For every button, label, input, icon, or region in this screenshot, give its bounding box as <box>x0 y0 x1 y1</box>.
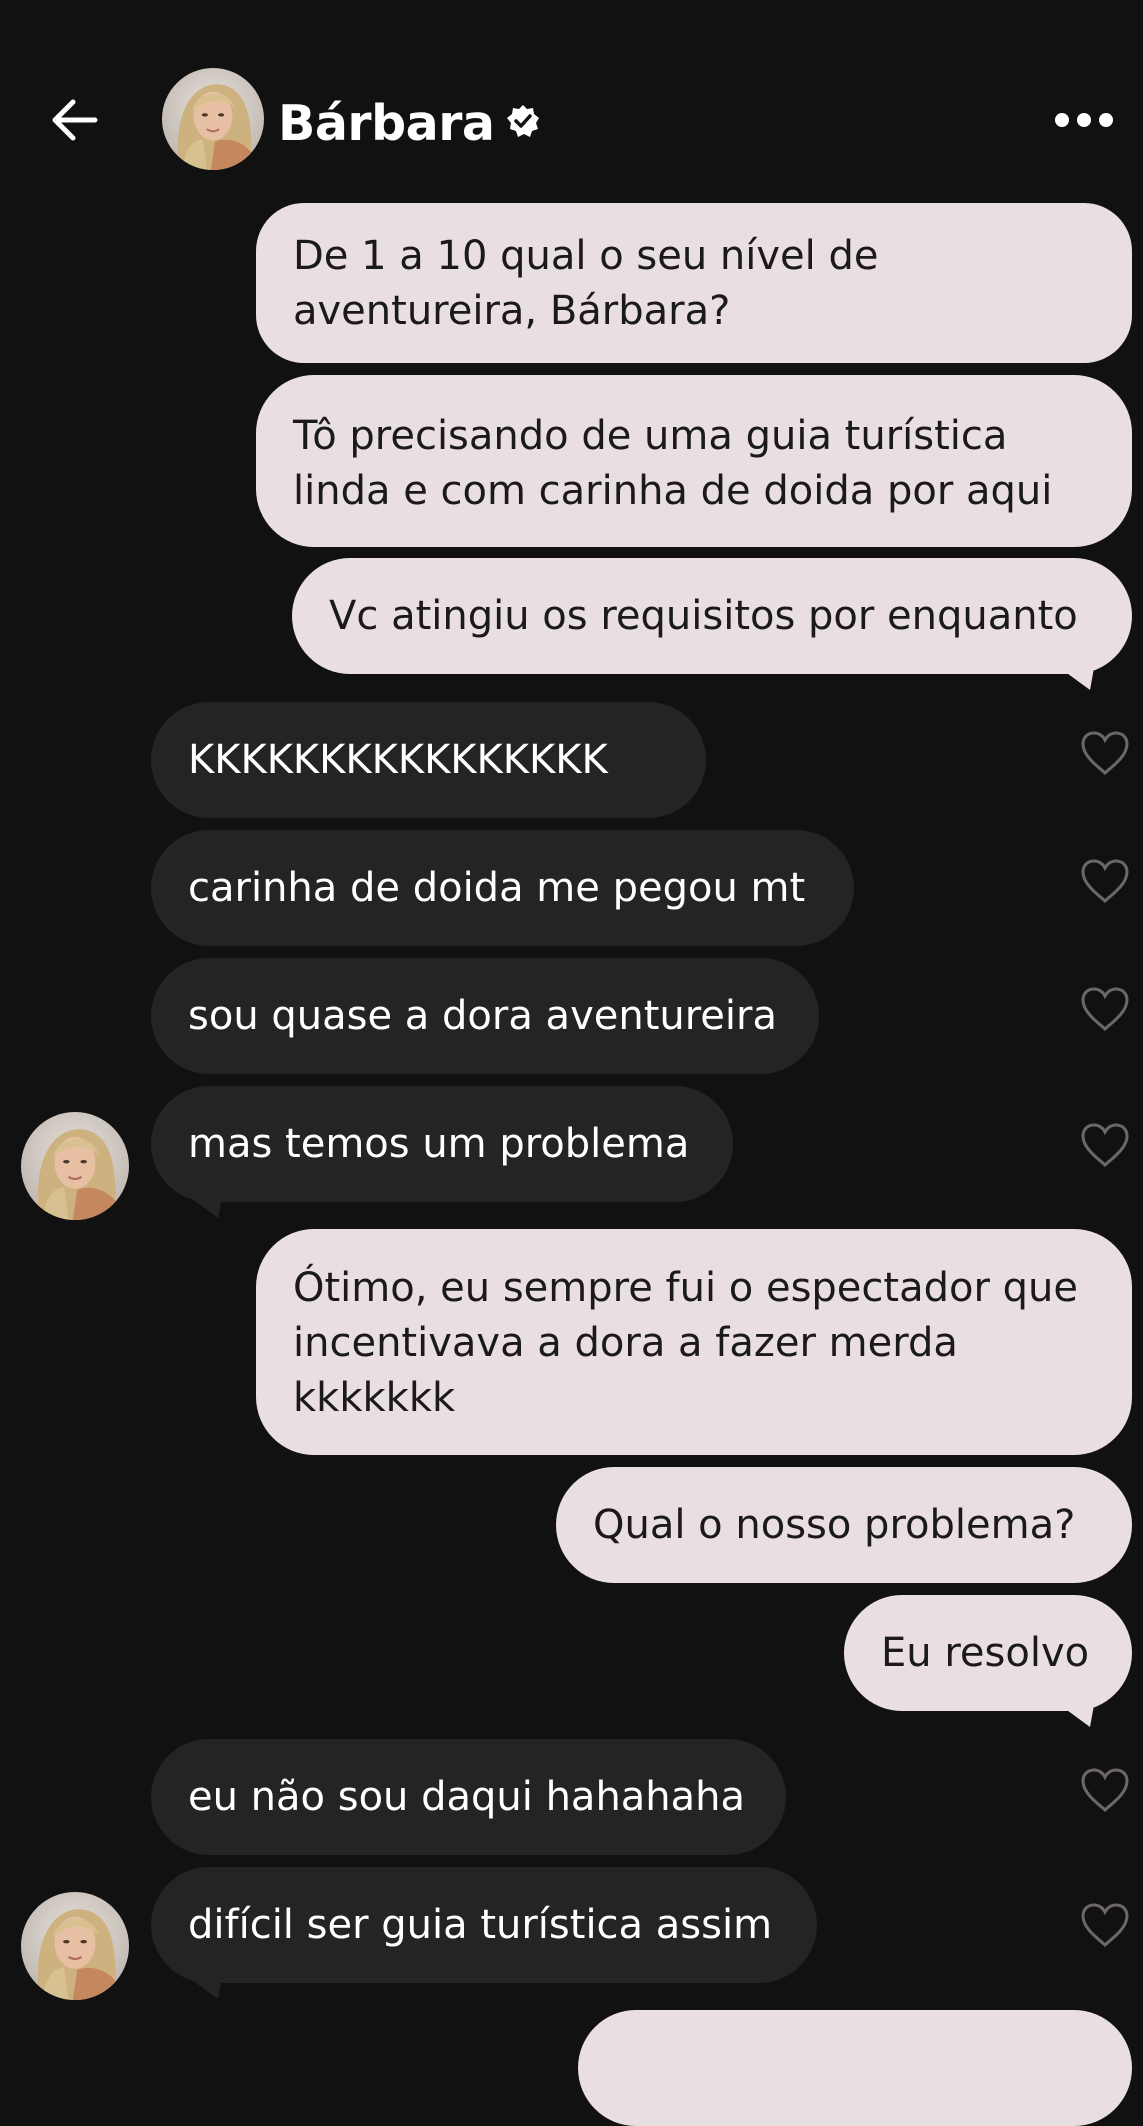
bubble-tail <box>1060 1705 1094 1727</box>
message-bubble-received[interactable]: mas temos um problema <box>151 1086 733 1202</box>
heart-icon[interactable] <box>1080 1902 1130 1948</box>
message-bubble-received[interactable]: carinha de doida me pegou mt <box>151 830 854 946</box>
contact-title[interactable]: Bárbara <box>278 88 540 158</box>
heart-icon[interactable] <box>1080 1122 1130 1168</box>
chat-header: Bárbara <box>0 0 1143 200</box>
bubble-tail <box>188 1196 222 1218</box>
message-bubble-sent[interactable]: De 1 a 10 qual o seu nível de aventureir… <box>256 203 1132 363</box>
message-bubble-received[interactable]: eu não sou daqui hahahaha <box>151 1739 786 1855</box>
bubble-tail <box>188 1977 222 1999</box>
message-bubble-received[interactable]: KKKKKKKKKKKKKKKK <box>151 702 706 818</box>
contact-avatar[interactable] <box>162 68 264 170</box>
verified-badge-icon <box>507 105 540 137</box>
heart-icon[interactable] <box>1080 858 1130 904</box>
heart-icon[interactable] <box>1080 1767 1130 1813</box>
message-bubble-sent[interactable]: Vc atingiu os requisitos por enquanto <box>292 558 1132 674</box>
message-bubble-received[interactable]: difícil ser guia turística assim <box>151 1867 817 1983</box>
message-bubble-sent[interactable]: Tô precisando de uma guia turística lind… <box>256 375 1132 547</box>
more-horizontal-icon[interactable] <box>1053 100 1115 140</box>
message-bubble-received[interactable]: sou quase a dora aventureira <box>151 958 819 1074</box>
message-bubble-sent[interactable]: Qual o nosso problema? <box>556 1467 1132 1583</box>
message-bubble-sent[interactable]: Eu resolvo <box>844 1595 1132 1711</box>
bubble-tail <box>1060 668 1094 690</box>
message-bubble-sent[interactable]: Ótimo, eu sempre fui o espectador que in… <box>256 1229 1132 1455</box>
contact-name[interactable]: Bárbara <box>278 95 495 152</box>
sender-avatar[interactable] <box>21 1892 129 2000</box>
arrow-left-icon[interactable] <box>45 90 105 150</box>
heart-icon[interactable] <box>1080 730 1130 776</box>
sender-avatar[interactable] <box>21 1112 129 1220</box>
message-bubble-sent-partial[interactable] <box>578 2010 1132 2126</box>
heart-icon[interactable] <box>1080 986 1130 1032</box>
